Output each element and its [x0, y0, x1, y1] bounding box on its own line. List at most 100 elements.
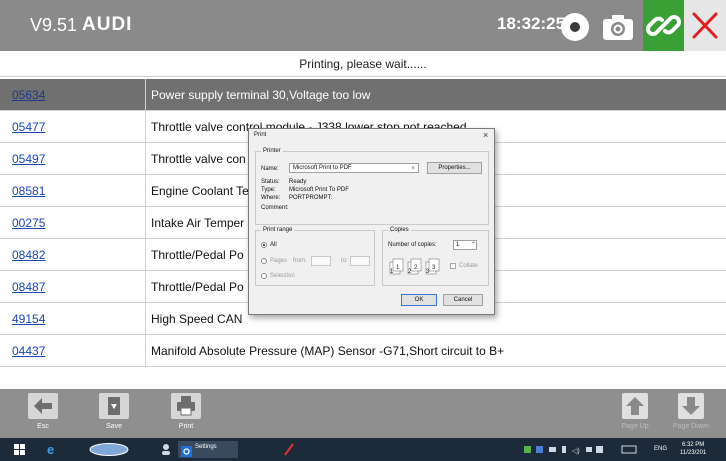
- esc-button[interactable]: Esc: [24, 393, 62, 436]
- close-icon[interactable]: [684, 0, 726, 51]
- save-icon: [99, 393, 129, 419]
- collate-checkbox[interactable]: [450, 263, 456, 269]
- language-indicator[interactable]: ENG: [654, 446, 667, 452]
- status-value: Ready: [289, 179, 307, 185]
- table-row[interactable]: 05634 Power supply terminal 30,Voltage t…: [0, 79, 726, 111]
- dtc-code-link[interactable]: 04437: [12, 344, 45, 358]
- range-from-label: from:: [293, 258, 307, 264]
- page-up-label: Page Up: [621, 423, 649, 430]
- esc-label: Esc: [37, 423, 49, 430]
- range-pages-radio[interactable]: [261, 258, 267, 264]
- arrow-up-icon: [620, 393, 650, 419]
- table-row[interactable]: 04437 Manifold Absolute Pressure (MAP) S…: [0, 335, 726, 367]
- settings-taskbar-item[interactable]: Settings: [178, 441, 238, 458]
- taskbar-clock-time: 6:32 PM: [681, 442, 705, 448]
- save-button[interactable]: Save: [95, 393, 133, 436]
- column-divider: [145, 143, 146, 174]
- dtc-code-link[interactable]: 08581: [12, 184, 45, 198]
- vehicle-brand: AUDI: [82, 14, 133, 35]
- dtc-description: Engine Coolant Te: [151, 184, 249, 198]
- app-window: V9.51 AUDI 18:32:25 Printing, please wai…: [0, 0, 726, 461]
- windows-start-icon[interactable]: [14, 442, 26, 457]
- type-label: Type:: [261, 187, 276, 193]
- save-label: Save: [106, 423, 122, 430]
- svg-text:◁): ◁): [572, 448, 580, 455]
- edge-browser-icon[interactable]: e: [46, 442, 60, 457]
- dtc-code-link[interactable]: 05477: [12, 120, 45, 134]
- where-label: Where:: [261, 195, 281, 201]
- dtc-code-link[interactable]: 08482: [12, 248, 45, 262]
- column-divider: [145, 335, 146, 366]
- back-arrow-icon: [28, 393, 58, 419]
- column-divider: [145, 207, 146, 238]
- print-dialog: Print × Printer Name: Microsoft Print to…: [248, 128, 495, 315]
- ok-button[interactable]: OK: [401, 294, 437, 306]
- dtc-description: Manifold Absolute Pressure (MAP) Sensor …: [151, 344, 505, 358]
- dtc-code-link[interactable]: 49154: [12, 312, 45, 326]
- taskbar-clock-date: 11/23/201: [680, 450, 707, 456]
- column-divider: [145, 111, 146, 142]
- range-all-label: All: [270, 242, 277, 248]
- link-icon[interactable]: [643, 0, 684, 51]
- dtc-code-link[interactable]: 05634: [12, 88, 45, 102]
- gear-icon: [181, 444, 192, 461]
- taskbar-clock[interactable]: 6:32 PM 11/23/201: [680, 441, 706, 457]
- pen-app-icon[interactable]: [282, 442, 296, 457]
- dtc-code-link[interactable]: 05497: [12, 152, 45, 166]
- dtc-description: Throttle/Pedal Po: [151, 248, 244, 262]
- column-divider: [145, 271, 146, 302]
- column-divider: [145, 175, 146, 206]
- clock-time: 18:32:25: [497, 14, 566, 33]
- range-pages-label: Pages: [270, 258, 288, 264]
- type-value: Microsoft Print To PDF: [289, 187, 349, 193]
- copies-spinner[interactable]: 1: [453, 240, 477, 250]
- settings-label: Settings: [195, 444, 217, 450]
- camera-icon[interactable]: [601, 12, 635, 42]
- record-icon[interactable]: [561, 13, 589, 41]
- printer-name-select[interactable]: Microsoft Print to PDF: [289, 163, 419, 173]
- print-button[interactable]: Print: [167, 393, 205, 436]
- page-down-label: Page Down: [672, 423, 710, 430]
- range-selection-radio[interactable]: [261, 273, 267, 279]
- os-taskbar: e Settings ◁) ENG 6:32 PM 11/23/201: [0, 438, 726, 461]
- print-range-label: Print range: [261, 227, 295, 233]
- column-divider: [145, 239, 146, 270]
- dtc-description: Intake Air Temper: [151, 216, 245, 230]
- where-value: PORTPROMPT:: [289, 195, 333, 201]
- svg-text:e: e: [47, 442, 54, 457]
- header-bar: V9.51 AUDI 18:32:25: [0, 0, 726, 51]
- range-to-label: to:: [341, 258, 348, 264]
- arrow-down-icon: [676, 393, 706, 419]
- app-logo-icon[interactable]: [88, 442, 130, 457]
- copies-group-label: Copies: [388, 227, 411, 233]
- bottom-toolbar: Esc Save Print Page Up Page Down: [0, 389, 726, 438]
- cancel-button[interactable]: Cancel: [443, 294, 483, 306]
- people-icon[interactable]: [160, 442, 172, 457]
- printer-icon: [171, 393, 201, 419]
- dtc-description: High Speed CAN: [151, 312, 243, 326]
- printer-group-label: Printer: [261, 148, 283, 154]
- name-label: Name:: [261, 166, 279, 172]
- collate-label: Collate: [459, 263, 478, 269]
- dialog-title: Print: [254, 132, 267, 138]
- properties-button[interactable]: Properties...: [427, 162, 482, 174]
- dtc-code-link[interactable]: 00275: [12, 216, 45, 230]
- range-from-input[interactable]: [311, 256, 331, 266]
- dialog-close-icon[interactable]: ×: [483, 130, 488, 140]
- range-to-input[interactable]: [350, 256, 370, 266]
- collate-pages-icon: 1 1 2 2 3 3: [388, 257, 444, 279]
- dtc-code-link[interactable]: 08487: [12, 280, 45, 294]
- print-label: Print: [178, 423, 194, 430]
- column-divider: [145, 303, 146, 334]
- page-down-button[interactable]: Page Down: [672, 393, 710, 436]
- dtc-description: Throttle/Pedal Po: [151, 280, 244, 294]
- column-divider: [145, 79, 146, 110]
- range-selection-label: Selection: [270, 273, 295, 279]
- network-icon: ◁): [524, 442, 604, 457]
- range-all-radio[interactable]: [261, 242, 267, 248]
- comment-label: Comment:: [261, 205, 289, 211]
- software-version: V9.51: [30, 15, 78, 35]
- status-label: Status:: [261, 179, 280, 185]
- page-up-button[interactable]: Page Up: [616, 393, 654, 436]
- dtc-description: Throttle valve con: [151, 152, 246, 166]
